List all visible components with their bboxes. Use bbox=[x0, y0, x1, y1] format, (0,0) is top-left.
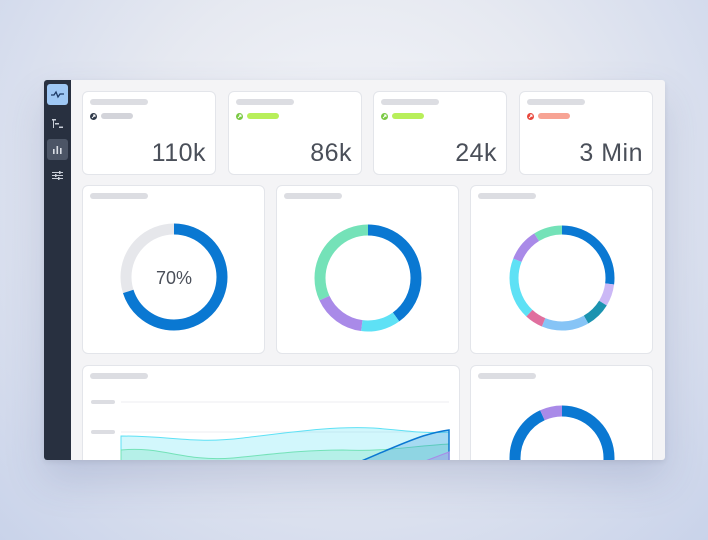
nav-hierarchy-button[interactable] bbox=[47, 113, 68, 134]
area-chart bbox=[120, 401, 450, 460]
donut-card bbox=[470, 185, 653, 354]
kpi-value: 24k bbox=[455, 139, 497, 167]
kpi-card: 24k bbox=[373, 91, 507, 175]
sliders-icon bbox=[52, 171, 63, 180]
kpi-value: 86k bbox=[310, 139, 352, 167]
card-title-placeholder bbox=[90, 99, 148, 105]
status-arrow-icon bbox=[90, 112, 97, 120]
kpi-card: 86k bbox=[228, 91, 362, 175]
sidebar bbox=[44, 80, 71, 460]
status-pill bbox=[392, 113, 424, 119]
hierarchy-icon bbox=[52, 119, 63, 128]
progress-label: 70% bbox=[156, 268, 192, 288]
main-content: 110k 86k 24k 3 Min 70% bbox=[71, 80, 665, 460]
donut-card bbox=[470, 365, 653, 460]
status-arrow-icon bbox=[381, 112, 388, 120]
donut-chart bbox=[509, 405, 615, 460]
card-title-placeholder bbox=[236, 99, 294, 105]
status-pill bbox=[538, 113, 570, 119]
progress-ring: 70% bbox=[120, 223, 228, 331]
status-pill bbox=[101, 113, 133, 119]
pulse-icon bbox=[51, 90, 64, 99]
kpi-value: 110k bbox=[151, 139, 206, 167]
card-title-placeholder bbox=[381, 99, 439, 105]
nav-filters-button[interactable] bbox=[47, 165, 68, 186]
kpi-card: 110k bbox=[82, 91, 216, 175]
donut-card bbox=[276, 185, 459, 354]
progress-card: 70% bbox=[82, 185, 265, 354]
donut-chart bbox=[509, 225, 615, 331]
area-chart-card bbox=[82, 365, 460, 460]
status-pill bbox=[247, 113, 279, 119]
donut-slice bbox=[509, 405, 615, 460]
kpi-card: 3 Min bbox=[519, 91, 653, 175]
status-arrow-icon bbox=[527, 112, 534, 120]
card-title-placeholder bbox=[527, 99, 585, 105]
dashboard-window: 110k 86k 24k 3 Min 70% bbox=[44, 80, 665, 460]
donut-chart bbox=[314, 224, 422, 332]
kpi-value: 3 Min bbox=[579, 139, 643, 167]
bar-chart-icon bbox=[53, 146, 62, 154]
status-arrow-icon bbox=[236, 112, 243, 120]
nav-activity-button[interactable] bbox=[47, 84, 68, 105]
nav-analytics-button[interactable] bbox=[47, 139, 68, 160]
